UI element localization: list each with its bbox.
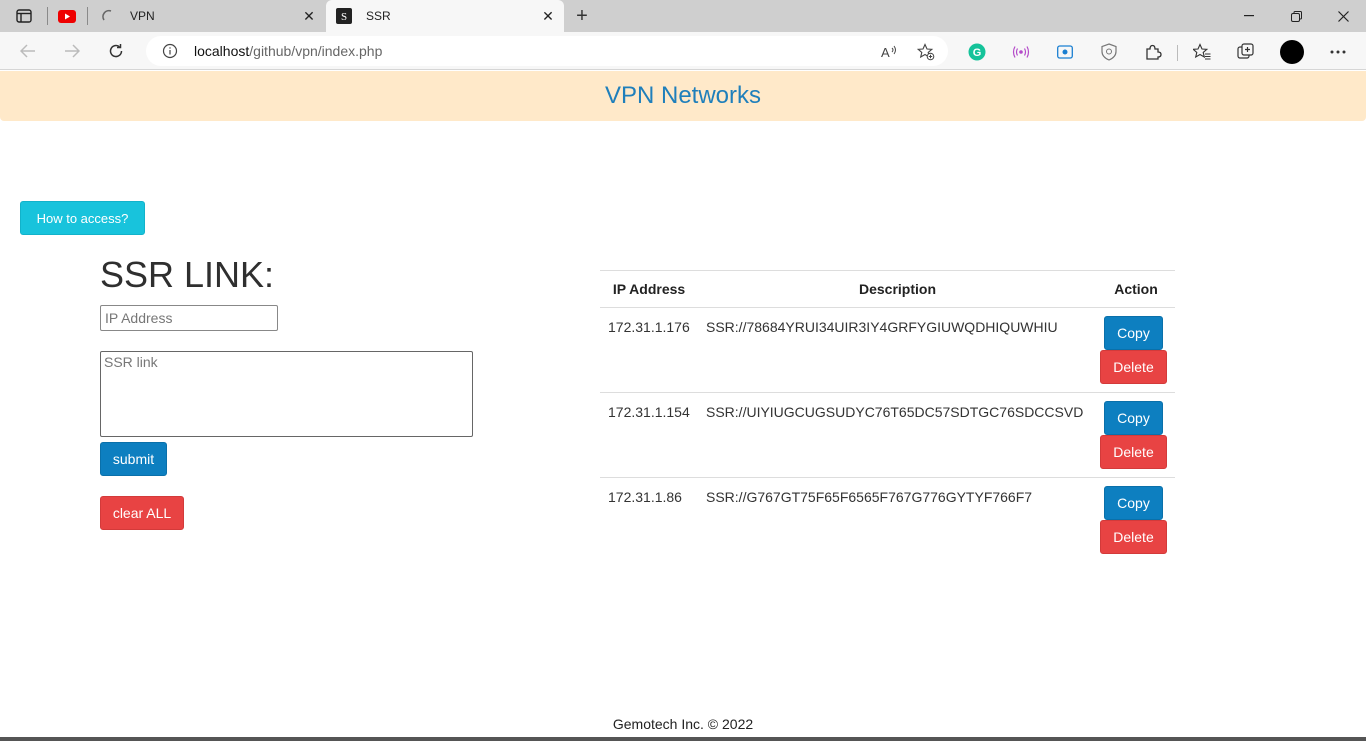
loading-icon (100, 8, 116, 24)
table-row: 172.31.1.86 SSR://G767GT75F65F6565F767G7… (600, 478, 1175, 563)
ip-cell: 172.31.1.154 (600, 392, 698, 478)
ssr-links-table: IP Address Description Action 172.31.1.1… (600, 270, 1175, 563)
minimize-icon[interactable] (1237, 4, 1261, 28)
restore-icon[interactable] (1284, 4, 1308, 28)
footer-copyright: Gemotech Inc. © 2022 (612, 716, 754, 732)
profile-avatar-icon[interactable] (1280, 40, 1304, 64)
delete-button[interactable]: Delete (1100, 520, 1167, 554)
delete-button[interactable]: Delete (1100, 435, 1167, 469)
column-header-action: Action (1097, 270, 1175, 308)
page-title: VPN Networks (604, 82, 762, 109)
description-cell: SSR://G767GT75F65F6565F767G776GYTYF766F7 (706, 489, 1033, 505)
extensions-puzzle-icon[interactable] (1144, 43, 1162, 61)
action-cell: Copy Delete (1097, 307, 1175, 393)
screen-capture-extension-icon[interactable] (1056, 43, 1074, 61)
more-options-icon[interactable] (1329, 43, 1347, 61)
favicon-letter: S (341, 11, 347, 23)
form-title: SSR LINK: (100, 254, 275, 295)
tab-bar: VPN ✕ S SSR ✕ + (0, 0, 1366, 32)
table-row: 172.31.1.176 SSR://78684YRUI34UIR3IY4GRF… (600, 307, 1175, 393)
copy-button[interactable]: Copy (1104, 401, 1163, 435)
tab-ssr[interactable]: S SSR ✕ (326, 0, 564, 32)
grammarly-icon[interactable]: G (968, 43, 986, 61)
close-tab-icon[interactable]: ✕ (301, 8, 317, 24)
header-banner: VPN Networks (0, 71, 1366, 121)
table-header-row: IP Address Description Action (600, 270, 1175, 308)
copy-button[interactable]: Copy (1104, 316, 1163, 350)
action-cell: Copy Delete (1097, 392, 1175, 478)
tab-divider (87, 7, 88, 25)
delete-button[interactable]: Delete (1100, 350, 1167, 384)
taskbar-edge (0, 737, 1366, 741)
shield-extension-icon[interactable] (1100, 43, 1118, 61)
description-cell: SSR://UIYIUGCUGSUDYC76T65DC57SDTGC76SDCC… (698, 392, 1097, 478)
ip-cell: 172.31.1.176 (600, 307, 698, 393)
description-cell: SSR://78684YRUI34UIR3IY4GRFYGIUWQDHIQUWH… (698, 307, 1097, 393)
ip-cell: 172.31.1.86 (608, 489, 682, 505)
tab-divider (47, 7, 48, 25)
forward-arrow-icon[interactable] (61, 40, 83, 62)
read-aloud-icon[interactable]: A (880, 43, 898, 61)
column-header-ip: IP Address (600, 270, 698, 308)
how-to-access-button[interactable]: How to access? (20, 201, 145, 235)
action-cell: Copy Delete (1097, 478, 1175, 563)
toolbar-divider (1177, 45, 1178, 61)
back-arrow-icon[interactable] (17, 40, 39, 62)
clear-all-button[interactable]: clear ALL (100, 496, 184, 530)
tab-title: SSR (366, 9, 391, 23)
url-text: localhost/github/vpn/index.php (194, 43, 383, 59)
column-header-description: Description (698, 270, 1097, 308)
favorites-icon[interactable] (1193, 43, 1211, 61)
ip-address-input[interactable] (100, 305, 278, 331)
close-window-icon[interactable] (1331, 4, 1355, 28)
add-favorite-icon[interactable] (917, 43, 935, 61)
tab-title: VPN (130, 9, 155, 23)
copy-button[interactable]: Copy (1104, 486, 1163, 520)
site-info-icon[interactable] (162, 43, 178, 59)
broadcast-extension-icon[interactable] (1012, 43, 1030, 61)
new-tab-icon[interactable]: + (571, 5, 593, 27)
table-row: 172.31.1.154 SSR://UIYIUGCUGSUDYC76T65DC… (600, 392, 1175, 478)
ssr-link-textarea[interactable] (100, 351, 473, 437)
svg-text:G: G (973, 47, 982, 59)
web-page: VPN Networks How to access? SSR LINK: su… (0, 71, 1366, 741)
youtube-icon[interactable] (56, 6, 78, 26)
collections-icon[interactable] (1237, 43, 1255, 61)
close-tab-icon[interactable]: ✕ (540, 8, 556, 24)
tab-actions-icon[interactable] (13, 6, 35, 26)
refresh-icon[interactable] (105, 40, 127, 62)
submit-button[interactable]: submit (100, 442, 167, 476)
browser-toolbar: localhost/github/vpn/index.php A G (0, 32, 1366, 70)
site-favicon-icon: S (336, 8, 352, 24)
svg-text:A: A (881, 45, 890, 60)
address-bar[interactable]: localhost/github/vpn/index.php A (146, 36, 948, 66)
tab-vpn[interactable]: VPN ✕ (90, 0, 325, 32)
